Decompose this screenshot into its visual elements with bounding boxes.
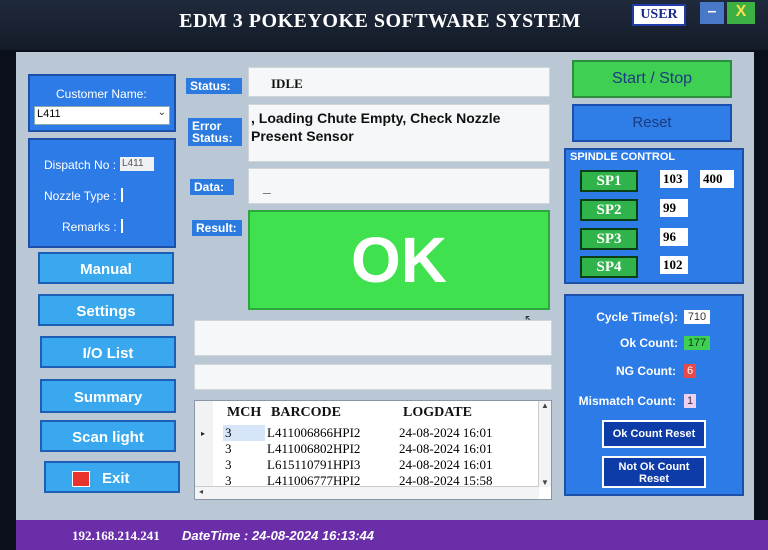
not-ok-count-reset-button[interactable]: Not Ok Count Reset bbox=[602, 456, 706, 488]
dispatch-no-label: Dispatch No : bbox=[44, 158, 117, 172]
sp4-button[interactable]: SP4 bbox=[580, 256, 638, 278]
error-status-label: Error Status: bbox=[188, 118, 242, 146]
sp1-setpoint[interactable]: 400 bbox=[700, 170, 734, 188]
minimize-button[interactable]: – bbox=[700, 2, 724, 24]
message-field-1 bbox=[194, 320, 552, 356]
column-header-barcode[interactable]: BARCODE bbox=[271, 405, 341, 421]
vertical-scrollbar[interactable]: ▲ ▼ bbox=[538, 401, 551, 487]
log-table: 3 L411006866HPI2 24-08-2024 16:01 3 L411… bbox=[223, 425, 533, 489]
error-status-value: , Loading Chute Empty, Check Nozzle Pres… bbox=[251, 110, 501, 144]
error-status-field: , Loading Chute Empty, Check Nozzle Pres… bbox=[248, 104, 550, 162]
title-bar: EDM 3 POKEYOKE SOFTWARE SYSTEM USER – X bbox=[0, 0, 768, 50]
sp1-value: 103 bbox=[660, 170, 688, 188]
customer-name-select[interactable]: L411 ⌄ bbox=[34, 106, 170, 125]
ok-count-reset-button[interactable]: Ok Count Reset bbox=[602, 420, 706, 448]
user-badge[interactable]: USER bbox=[632, 4, 686, 26]
sp4-value: 102 bbox=[660, 256, 688, 274]
table-row[interactable]: 3 L411006866HPI2 24-08-2024 16:01 bbox=[223, 425, 533, 441]
remarks-label: Remarks : bbox=[62, 220, 117, 234]
ng-count-label: NG Count: bbox=[616, 364, 676, 378]
scroll-down-icon[interactable]: ▼ bbox=[541, 478, 549, 487]
data-label: Data: bbox=[190, 179, 234, 195]
error-label-line2: Status: bbox=[192, 131, 233, 145]
not-ok-reset-line2: Reset bbox=[639, 473, 669, 485]
cell-barcode: L411006802HPI2 bbox=[267, 441, 361, 456]
nozzle-type-label: Nozzle Type : bbox=[44, 189, 117, 203]
ok-count-value: 177 bbox=[684, 336, 710, 350]
cell-mch: 3 bbox=[223, 425, 265, 441]
exit-icon bbox=[72, 471, 90, 487]
message-field-2 bbox=[194, 364, 552, 390]
spindle-control-panel: SPINDLE CONTROL SP1 103 400 SP2 99 SP3 9… bbox=[564, 148, 744, 284]
customer-name-value: L411 bbox=[37, 108, 61, 120]
remarks-field[interactable] bbox=[121, 219, 123, 233]
spindle-control-title: SPINDLE CONTROL bbox=[570, 151, 676, 163]
scan-light-button[interactable]: Scan light bbox=[40, 420, 176, 452]
cell-barcode: L411006866HPI2 bbox=[267, 425, 361, 440]
column-header-mch[interactable]: MCH bbox=[227, 405, 261, 421]
cell-logdate: 24-08-2024 16:01 bbox=[399, 441, 493, 456]
reset-button[interactable]: Reset bbox=[572, 104, 732, 142]
sp2-value: 99 bbox=[660, 199, 688, 217]
not-ok-reset-line1: Not Ok Count bbox=[618, 461, 690, 473]
cell-mch: 3 bbox=[225, 441, 232, 456]
scroll-left-icon[interactable]: ◂ bbox=[199, 487, 203, 496]
settings-button[interactable]: Settings bbox=[38, 294, 174, 326]
current-row-icon: ▸ bbox=[201, 429, 206, 438]
cell-logdate: 24-08-2024 16:01 bbox=[399, 425, 493, 440]
customer-name-label: Customer Name: bbox=[56, 87, 147, 101]
cycle-time-label: Cycle Time(s): bbox=[596, 310, 678, 324]
cell-mch: 3 bbox=[225, 457, 232, 472]
manual-button[interactable]: Manual bbox=[38, 252, 174, 284]
exit-button[interactable]: Exit bbox=[44, 461, 180, 493]
log-grid[interactable]: ▸ MCH BARCODE LOGDATE 3 L411006866HPI2 2… bbox=[194, 400, 552, 500]
counts-panel: Cycle Time(s): 710 Ok Count: 177 NG Coun… bbox=[564, 294, 744, 496]
ok-count-label: Ok Count: bbox=[620, 336, 678, 350]
chevron-down-icon: ⌄ bbox=[157, 107, 166, 118]
data-field[interactable]: _ bbox=[248, 168, 550, 204]
customer-panel: Customer Name: L411 ⌄ bbox=[28, 74, 176, 132]
status-label: Status: bbox=[186, 78, 242, 94]
table-row[interactable]: 3 L615110791HPI3 24-08-2024 16:01 bbox=[223, 457, 533, 473]
exit-label: Exit bbox=[102, 470, 130, 487]
close-button[interactable]: X bbox=[727, 2, 755, 24]
main-client-area: Customer Name: L411 ⌄ Dispatch No : L411… bbox=[16, 52, 754, 520]
cell-barcode: L615110791HPI3 bbox=[267, 457, 361, 472]
scroll-up-icon[interactable]: ▲ bbox=[541, 401, 549, 410]
status-value: IDLE bbox=[271, 76, 303, 91]
summary-button[interactable]: Summary bbox=[40, 379, 176, 413]
window-title: EDM 3 POKEYOKE SOFTWARE SYSTEM bbox=[179, 10, 581, 32]
sp3-value: 96 bbox=[660, 228, 688, 246]
table-row[interactable]: 3 L411006802HPI2 24-08-2024 16:01 bbox=[223, 441, 533, 457]
result-value: OK bbox=[351, 224, 447, 296]
horizontal-scrollbar[interactable]: ◂ bbox=[195, 486, 539, 499]
ip-address: 192.168.214.241 bbox=[72, 528, 160, 543]
dispatch-panel: Dispatch No : L411 Nozzle Type : Remarks… bbox=[28, 138, 176, 248]
cell-logdate: 24-08-2024 16:01 bbox=[399, 457, 493, 472]
io-list-button[interactable]: I/O List bbox=[40, 336, 176, 368]
sp1-button[interactable]: SP1 bbox=[580, 170, 638, 192]
mismatch-count-value: 1 bbox=[684, 394, 696, 408]
status-bar: 192.168.214.241 DateTime : 24-08-2024 16… bbox=[16, 520, 768, 550]
data-value: _ bbox=[263, 179, 271, 195]
status-field: IDLE bbox=[248, 67, 550, 97]
mismatch-count-label: Mismatch Count: bbox=[578, 394, 676, 408]
datetime: DateTime : 24-08-2024 16:13:44 bbox=[182, 528, 374, 543]
sp2-button[interactable]: SP2 bbox=[580, 199, 638, 221]
nozzle-type-field[interactable] bbox=[121, 188, 123, 202]
ng-count-value: 6 bbox=[684, 364, 696, 378]
row-header-column: ▸ bbox=[195, 401, 213, 499]
result-panel: OK bbox=[248, 210, 550, 310]
dispatch-no-value: L411 bbox=[120, 157, 154, 171]
result-label: Result: bbox=[192, 220, 242, 236]
column-header-logdate[interactable]: LOGDATE bbox=[403, 405, 472, 421]
cycle-time-value: 710 bbox=[684, 310, 710, 324]
sp3-button[interactable]: SP3 bbox=[580, 228, 638, 250]
start-stop-button[interactable]: Start / Stop bbox=[572, 60, 732, 98]
